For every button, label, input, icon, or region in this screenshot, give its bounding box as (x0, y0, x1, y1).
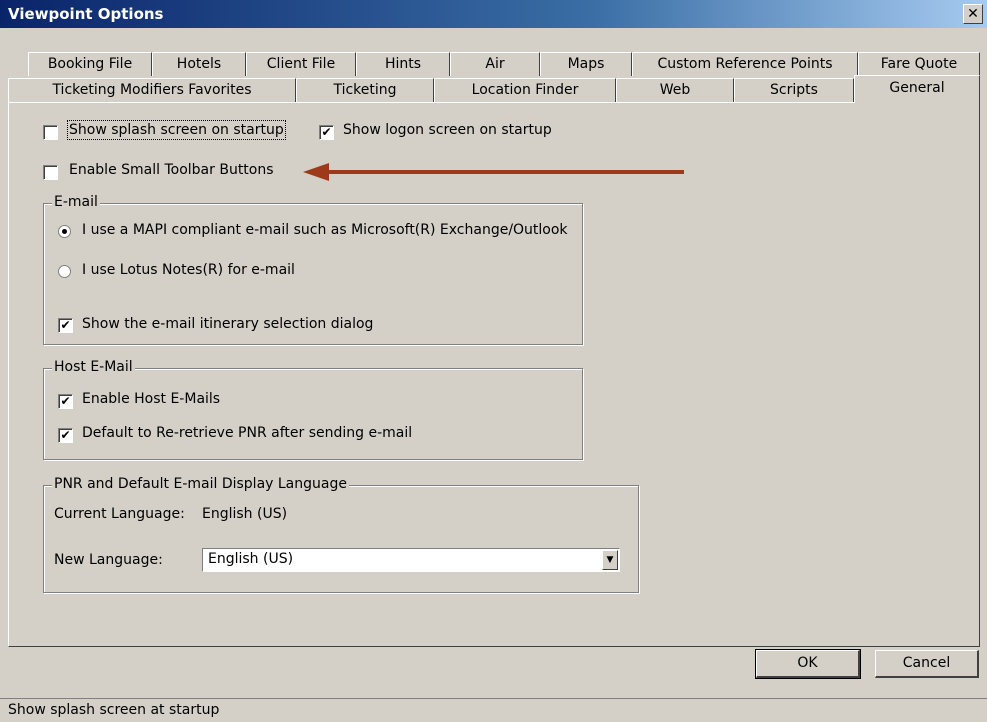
tab-label: Ticketing (333, 82, 397, 98)
email-group-legend: E-mail (52, 194, 100, 210)
show-logon-checkbox[interactable]: ✔ (319, 125, 334, 140)
mapi-radio[interactable] (58, 225, 71, 238)
tab-custom-reference-points[interactable]: Custom Reference Points (632, 52, 858, 76)
enable-host-emails-checkbox[interactable]: ✔ (58, 394, 73, 409)
tab-ticketing-modifiers-favorites[interactable]: Ticketing Modifiers Favorites (8, 78, 296, 102)
tab-maps[interactable]: Maps (540, 52, 632, 76)
close-button[interactable]: ✕ (963, 4, 983, 24)
tab-fare-quote[interactable]: Fare Quote (858, 52, 980, 76)
host-email-group: Host E-Mail ✔ Enable Host E-Mails ✔ Defa… (43, 359, 583, 460)
show-logon-label: Show logon screen on startup (343, 122, 552, 138)
tab-hints[interactable]: Hints (356, 52, 450, 76)
language-group-legend: PNR and Default E-mail Display Language (52, 476, 349, 492)
tab-air[interactable]: Air (450, 52, 540, 76)
status-text: Show splash screen at startup (8, 702, 220, 718)
checkmark-icon: ✔ (60, 318, 71, 332)
annotation-arrow-icon (303, 163, 684, 181)
mapi-label: I use a MAPI compliant e-mail such as Mi… (82, 222, 568, 238)
tab-web[interactable]: Web (616, 78, 734, 102)
email-group: E-mail I use a MAPI compliant e-mail suc… (43, 194, 583, 345)
tab-label: General (889, 80, 945, 96)
checkmark-icon: ✔ (60, 394, 71, 408)
new-language-value: English (US) (208, 551, 294, 567)
tab-label: Fare Quote (880, 56, 958, 72)
tab-panel-general: Show splash screen on startup ✔ Show log… (8, 102, 980, 647)
tab-label: Ticketing Modifiers Favorites (52, 82, 252, 98)
new-language-label: New Language: (54, 552, 163, 568)
tab-location-finder[interactable]: Location Finder (434, 78, 616, 102)
lotus-label: I use Lotus Notes(R) for e-mail (82, 262, 295, 278)
new-language-select[interactable]: English (US) ▼ (202, 548, 620, 572)
tab-client-file[interactable]: Client File (246, 52, 356, 76)
chevron-down-icon: ▼ (606, 555, 614, 565)
tab-label: Hotels (176, 56, 222, 72)
tab-label: Booking File (47, 56, 133, 72)
checkmark-icon: ✔ (60, 428, 71, 442)
small-toolbar-checkbox[interactable] (43, 165, 58, 180)
tab-label: Maps (567, 56, 605, 72)
checkmark-icon: ✔ (321, 125, 332, 139)
radio-dot-icon (62, 229, 67, 234)
current-language-value: English (US) (202, 506, 288, 522)
tab-label: Custom Reference Points (657, 56, 833, 72)
tab-scripts[interactable]: Scripts (734, 78, 854, 102)
show-splash-label: Show splash screen on startup (67, 120, 286, 140)
host-email-group-legend: Host E-Mail (52, 359, 135, 375)
window-title: Viewpoint Options (8, 5, 164, 23)
lotus-radio[interactable] (58, 265, 71, 278)
reretrieve-pnr-checkbox[interactable]: ✔ (58, 428, 73, 443)
tab-label: Location Finder (471, 82, 579, 98)
language-group: PNR and Default E-mail Display Language … (43, 476, 639, 593)
tab-booking-file[interactable]: Booking File (28, 52, 152, 76)
dropdown-button[interactable]: ▼ (602, 550, 618, 570)
show-splash-checkbox[interactable] (43, 125, 58, 140)
tab-label: Web (659, 82, 691, 98)
tab-label: Hints (384, 56, 422, 72)
status-bar: Show splash screen at startup (0, 698, 987, 722)
tab-ticketing[interactable]: Ticketing (296, 78, 434, 102)
current-language-label: Current Language: (54, 506, 185, 522)
cancel-button[interactable]: Cancel (875, 650, 979, 678)
tab-label: Scripts (770, 82, 818, 98)
tab-hotels[interactable]: Hotels (152, 52, 246, 76)
close-icon: ✕ (967, 6, 979, 22)
tab-label: Air (485, 56, 505, 72)
title-bar: Viewpoint Options ✕ (0, 0, 987, 28)
enable-host-emails-label: Enable Host E-Mails (82, 391, 221, 407)
ok-button[interactable]: OK (755, 649, 861, 679)
small-toolbar-label: Enable Small Toolbar Buttons (69, 162, 274, 178)
tab-general[interactable]: General (854, 75, 980, 103)
itinerary-dialog-checkbox[interactable]: ✔ (58, 318, 73, 333)
reretrieve-pnr-label: Default to Re-retrieve PNR after sending… (82, 425, 413, 441)
itinerary-dialog-label: Show the e-mail itinerary selection dial… (82, 316, 374, 332)
tab-label: Client File (266, 56, 336, 72)
